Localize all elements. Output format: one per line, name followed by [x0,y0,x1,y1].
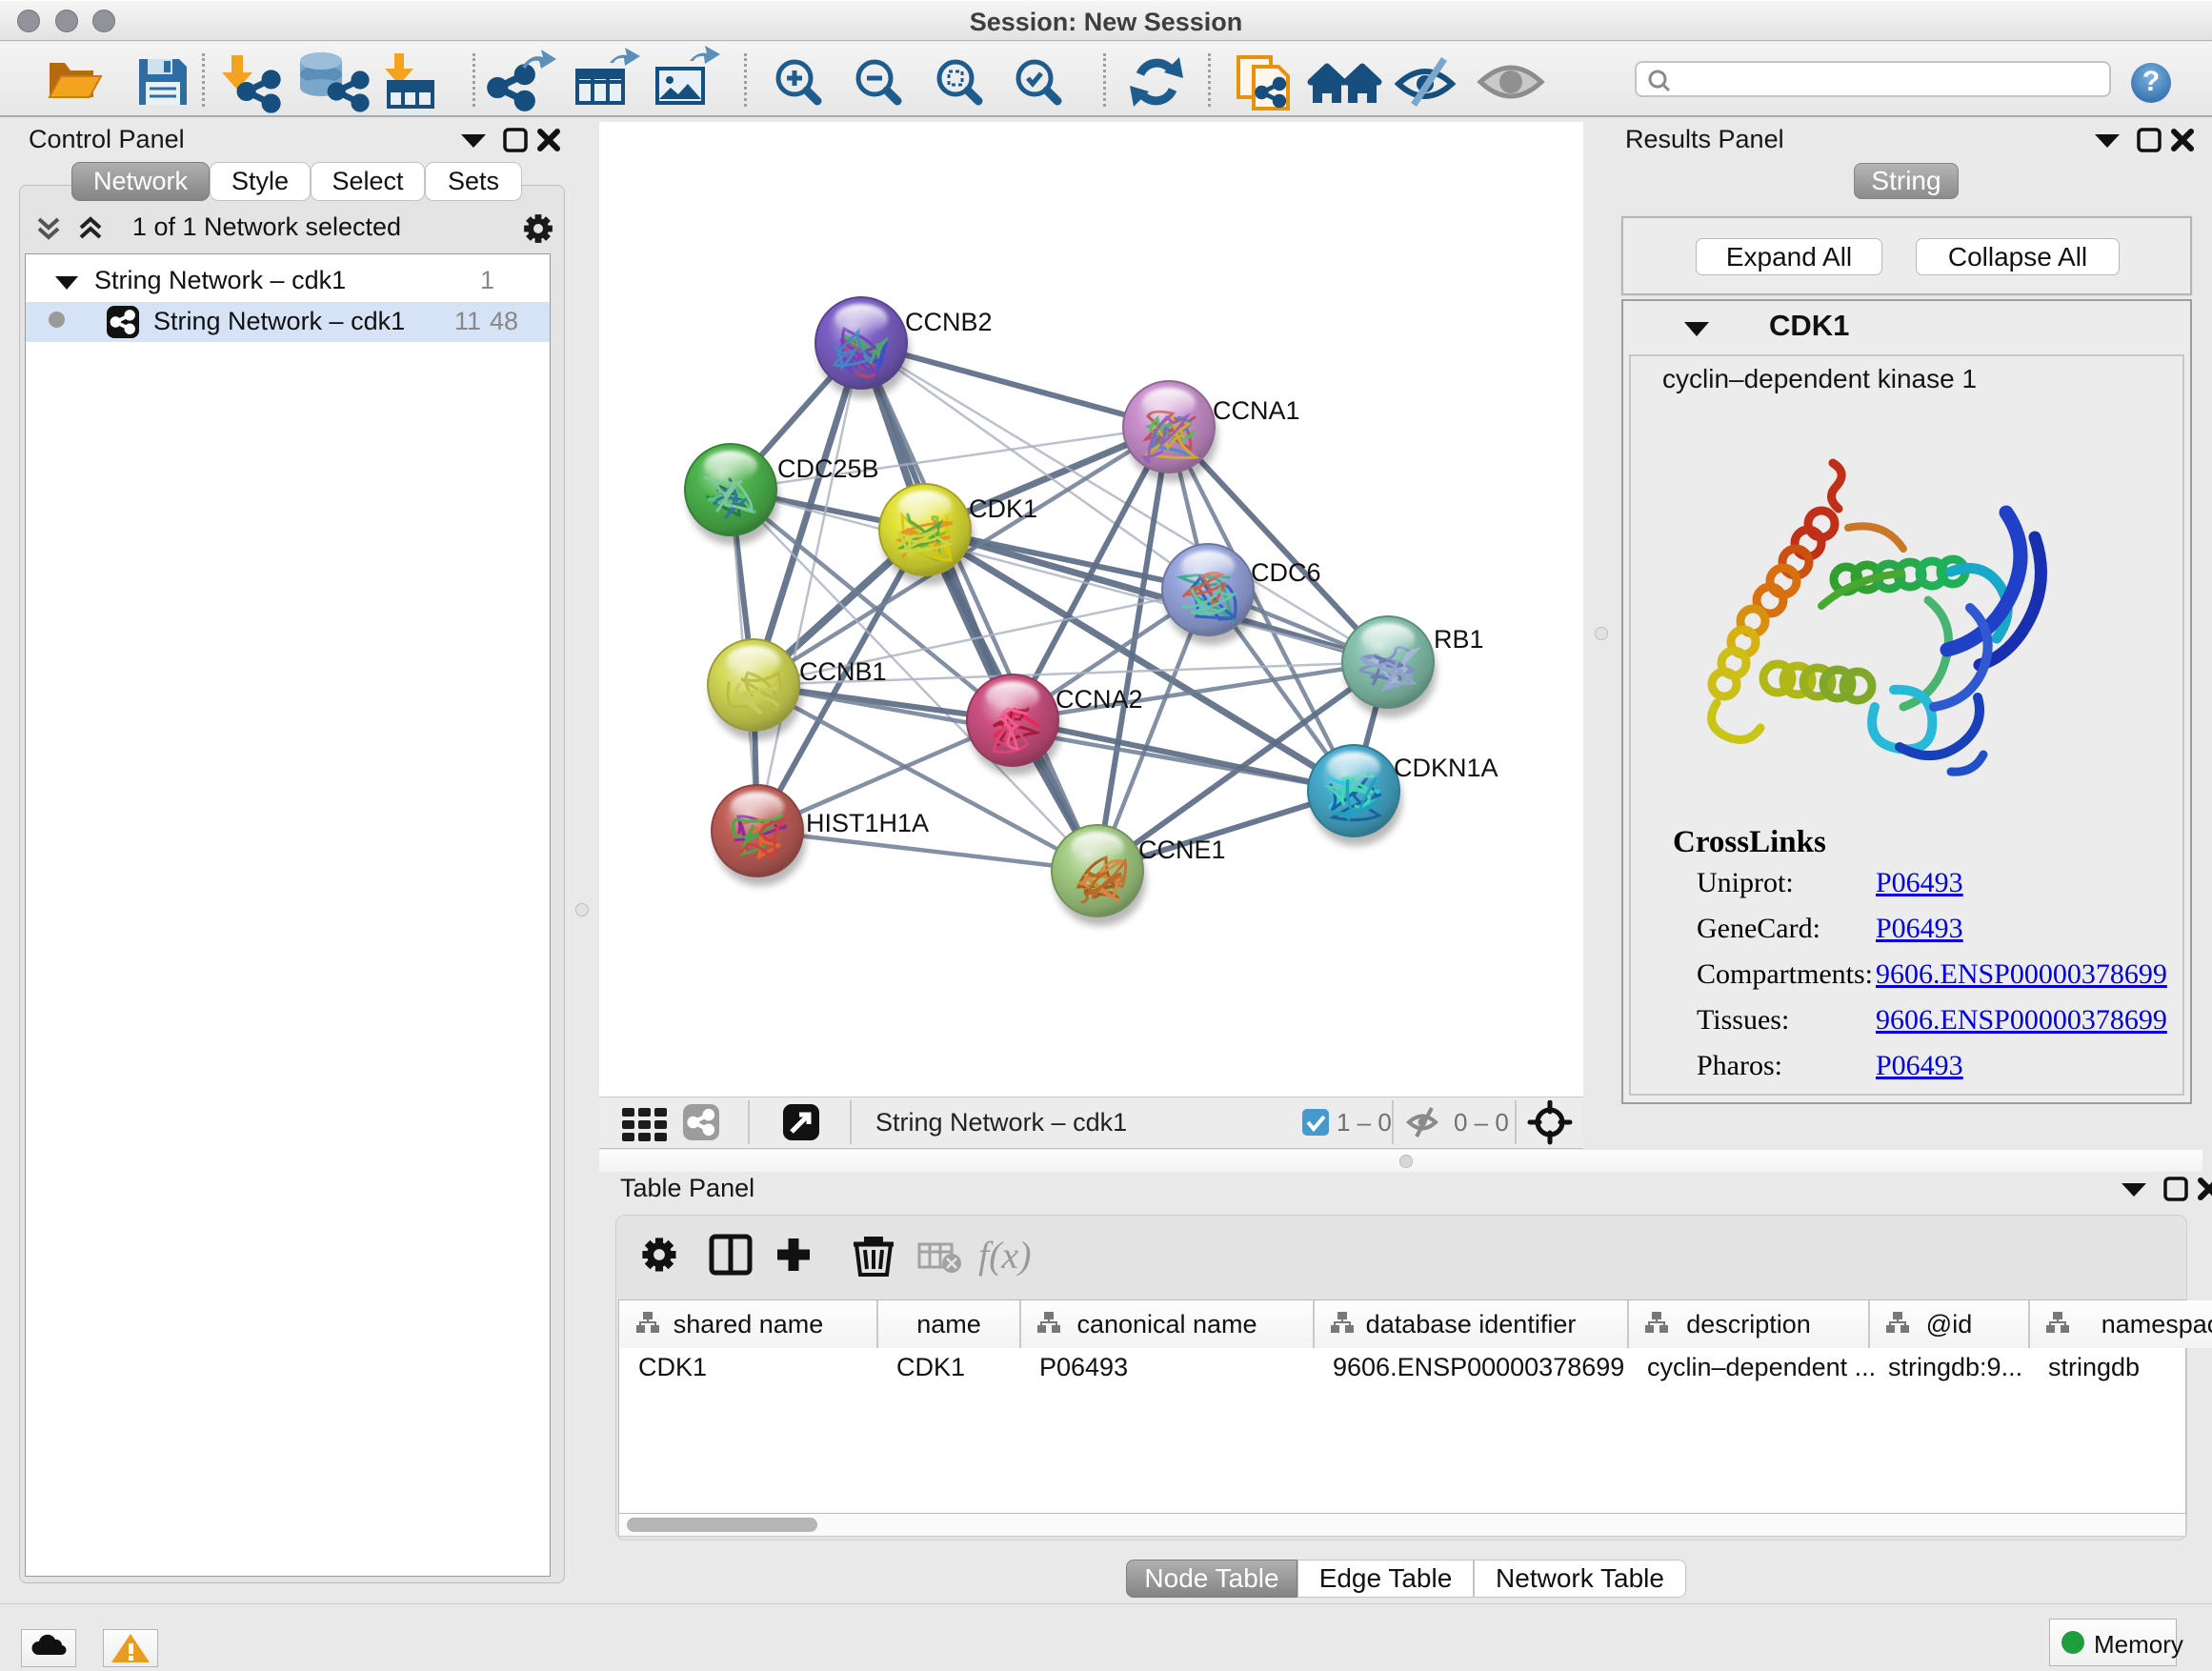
svg-text:1 – 0: 1 – 0 [1337,1108,1392,1137]
svg-text:CCNB1: CCNB1 [799,657,887,686]
svg-text:RB1: RB1 [1434,625,1484,654]
svg-text:CDC6: CDC6 [1251,558,1321,587]
svg-text:CDK1: CDK1 [969,494,1037,523]
svg-text:CDC25B: CDC25B [777,454,879,483]
svg-text:CCNA2: CCNA2 [1056,685,1143,714]
svg-text:f(x): f(x) [978,1234,1032,1277]
svg-text:CDKN1A: CDKN1A [1394,754,1498,782]
svg-text:HIST1H1A: HIST1H1A [806,809,929,837]
svg-text:CCNB2: CCNB2 [905,308,993,336]
svg-text:0 – 0: 0 – 0 [1454,1108,1509,1137]
svg-text:CCNA1: CCNA1 [1213,396,1300,425]
svg-text:CCNE1: CCNE1 [1138,836,1226,864]
